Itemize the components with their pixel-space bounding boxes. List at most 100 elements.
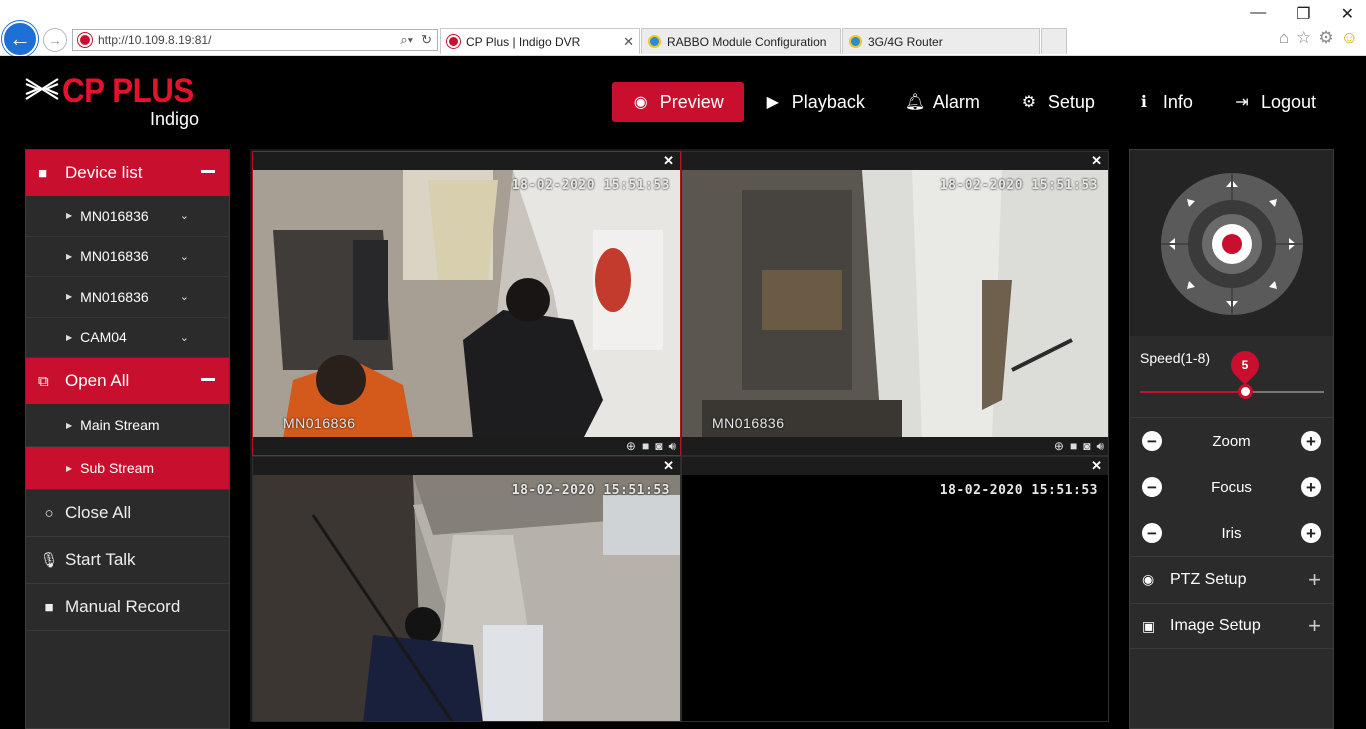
nav-playback[interactable]: ▶ Playback bbox=[744, 82, 885, 122]
smiley-feedback-icon[interactable]: ☺ bbox=[1341, 28, 1358, 48]
image-icon: ▣ bbox=[1142, 617, 1156, 634]
zoom-in-icon[interactable]: ⊕ bbox=[1054, 439, 1064, 454]
record-icon[interactable]: ■ bbox=[1070, 439, 1077, 454]
nav-alarm[interactable]: 🔔︎ Alarm bbox=[885, 82, 1000, 122]
device-list-label: Device list bbox=[65, 163, 143, 182]
close-window-button[interactable]: ✕ bbox=[1341, 4, 1354, 24]
close-icon[interactable]: ✕ bbox=[663, 458, 674, 474]
focus-plus-button[interactable]: + bbox=[1301, 477, 1321, 497]
caret-right-icon: ▶ bbox=[66, 420, 73, 430]
open-all-header[interactable]: ⧉ Open All bbox=[26, 358, 229, 404]
search-icon[interactable]: ⌕▾ bbox=[400, 32, 413, 48]
audio-icon[interactable]: 🔊︎ bbox=[1096, 439, 1104, 454]
chevron-down-icon[interactable]: ⌄ bbox=[180, 209, 189, 222]
device-item[interactable]: ▶ MN016836 ⌄ bbox=[26, 196, 229, 237]
tab-close-icon[interactable]: ✕ bbox=[623, 34, 634, 50]
ptz-setup-row[interactable]: ◉ PTZ Setup + bbox=[1130, 556, 1333, 602]
circle-icon: ○ bbox=[44, 504, 54, 522]
collapse-icon[interactable] bbox=[201, 170, 215, 173]
camera-feed[interactable]: 18-02-2020 15:51:53 MN016836 bbox=[682, 170, 1108, 437]
new-tab-button[interactable] bbox=[1041, 28, 1067, 54]
logout-icon: ⇥ bbox=[1235, 94, 1249, 111]
gear-icon: ⚙ bbox=[1021, 94, 1037, 111]
settings-gear-icon[interactable]: ⚙ bbox=[1318, 28, 1333, 48]
home-icon[interactable]: ⌂ bbox=[1279, 28, 1289, 48]
back-button[interactable]: ← bbox=[2, 21, 38, 57]
timestamp-overlay: 18-02-2020 15:51:53 bbox=[939, 483, 1098, 498]
cell-top-bar: ✕ bbox=[253, 457, 680, 475]
iris-minus-button[interactable]: − bbox=[1142, 523, 1162, 543]
address-bar[interactable]: http://10.109.8.19:81/ ⌕▾ ↻ bbox=[72, 29, 438, 51]
video-cell-2[interactable]: ✕ 18-02-2020 15:51:53 MN016836 ⊕ ■ ◙ 🔊︎ bbox=[681, 151, 1109, 456]
zoom-out-button[interactable]: − bbox=[1142, 431, 1162, 451]
collapse-icon[interactable] bbox=[201, 378, 215, 381]
device-item[interactable]: ▶ MN016836 ⌄ bbox=[26, 277, 229, 318]
device-item[interactable]: ▶ MN016836 ⌄ bbox=[26, 237, 229, 277]
chevron-down-icon[interactable]: ⌄ bbox=[180, 331, 189, 344]
zoom-in-button[interactable]: + bbox=[1301, 431, 1321, 451]
snapshot-camera-icon[interactable]: ◙ bbox=[1083, 439, 1090, 454]
nav-preview[interactable]: ◉ Preview bbox=[611, 82, 744, 122]
zoom-in-icon[interactable]: ⊕ bbox=[626, 439, 636, 454]
expand-plus-icon[interactable]: + bbox=[1308, 567, 1321, 593]
focus-minus-button[interactable]: − bbox=[1142, 477, 1162, 497]
close-icon[interactable]: ✕ bbox=[1091, 458, 1102, 474]
tab-cp-plus[interactable]: CP Plus | Indigo DVR ✕ bbox=[440, 28, 640, 54]
video-camera-icon: ■ bbox=[44, 598, 54, 616]
start-talk-button[interactable]: 🎙︎ Start Talk bbox=[26, 537, 229, 584]
stream-label: Main Stream bbox=[80, 417, 160, 433]
favorites-star-icon[interactable]: ☆ bbox=[1296, 28, 1311, 48]
snapshot-camera-icon[interactable]: ◙ bbox=[655, 439, 662, 454]
action-label: Close All bbox=[65, 503, 132, 522]
timestamp-overlay: 18-02-2020 15:51:53 bbox=[939, 178, 1098, 193]
tab-router[interactable]: 3G/4G Router bbox=[842, 28, 1040, 54]
cp-plus-favicon-icon bbox=[447, 35, 460, 48]
camera-feed-image bbox=[253, 170, 680, 437]
device-item[interactable]: ▶ CAM04 ⌄ bbox=[26, 318, 229, 358]
device-label: MN016836 bbox=[80, 207, 149, 224]
close-icon[interactable]: ✕ bbox=[1091, 153, 1102, 169]
camera-feed[interactable]: 18-02-2020 15:51:53 bbox=[682, 475, 1108, 721]
close-all-button[interactable]: ○ Close All bbox=[26, 490, 229, 537]
device-label: MN016836 bbox=[80, 288, 149, 305]
url-text[interactable]: http://10.109.8.19:81/ bbox=[98, 33, 400, 47]
video-cell-3[interactable]: ✕ 18-02-2020 15:51:53 bbox=[252, 456, 681, 722]
action-label: Start Talk bbox=[65, 550, 136, 569]
nav-info[interactable]: ℹ Info bbox=[1115, 82, 1213, 122]
camera-feed[interactable]: 18-02-2020 15:51:53 bbox=[253, 475, 680, 721]
forward-button[interactable]: → bbox=[43, 28, 67, 52]
caret-right-icon: ▶ bbox=[66, 332, 73, 342]
play-icon: ▶ bbox=[766, 94, 779, 111]
timestamp-overlay: 18-02-2020 15:51:53 bbox=[511, 483, 670, 498]
chevron-down-icon[interactable]: ⌄ bbox=[180, 290, 189, 303]
record-icon[interactable]: ■ bbox=[642, 439, 649, 454]
speed-slider-thumb[interactable] bbox=[1238, 384, 1254, 399]
image-setup-row[interactable]: ▣ Image Setup + bbox=[1130, 603, 1333, 649]
browser-chrome: — ❐ ✕ ← → http://10.109.8.19:81/ ⌕▾ ↻ CP… bbox=[0, 0, 1366, 57]
chevron-down-icon[interactable]: ⌄ bbox=[180, 250, 189, 263]
top-navigation: ◉ Preview ▶ Playback 🔔︎ Alarm ⚙ Setup ℹ … bbox=[611, 82, 1336, 122]
sub-stream-item[interactable]: ▶ Sub Stream bbox=[26, 447, 229, 490]
browser-toolbar: ⌂ ☆ ⚙ ☺ bbox=[1279, 28, 1358, 48]
video-cell-1[interactable]: ✕ 18-02-2020 15:51:53 MN016836 ⊕ ■ ◙ 🔊︎ bbox=[252, 151, 681, 456]
nav-logout[interactable]: ⇥ Logout bbox=[1213, 82, 1336, 122]
iris-plus-button[interactable]: + bbox=[1301, 523, 1321, 543]
manual-record-button[interactable]: ■ Manual Record bbox=[26, 584, 229, 631]
nav-setup[interactable]: ⚙ Setup bbox=[1000, 82, 1115, 122]
restore-button[interactable]: ❐ bbox=[1296, 4, 1310, 24]
speed-slider[interactable]: 5 bbox=[1140, 345, 1324, 399]
camera-feed[interactable]: 18-02-2020 15:51:53 MN016836 bbox=[253, 170, 680, 437]
close-icon[interactable]: ✕ bbox=[663, 153, 674, 169]
main-stream-item[interactable]: ▶ Main Stream bbox=[26, 404, 229, 447]
nav-label: Playback bbox=[791, 91, 865, 112]
stream-label: Sub Stream bbox=[80, 460, 155, 476]
audio-icon[interactable]: 🔊︎ bbox=[668, 439, 676, 454]
expand-plus-icon[interactable]: + bbox=[1308, 613, 1321, 639]
refresh-icon[interactable]: ↻ bbox=[421, 32, 432, 48]
ptz-ring[interactable] bbox=[1160, 172, 1304, 316]
video-cell-4[interactable]: ✕ 18-02-2020 15:51:53 bbox=[681, 456, 1109, 722]
camera-feed-image bbox=[253, 475, 680, 721]
device-list-header[interactable]: ■ Device list bbox=[26, 150, 229, 196]
tab-rabbo[interactable]: RABBO Module Configuration bbox=[641, 28, 841, 54]
minimize-button[interactable]: — bbox=[1250, 4, 1266, 24]
